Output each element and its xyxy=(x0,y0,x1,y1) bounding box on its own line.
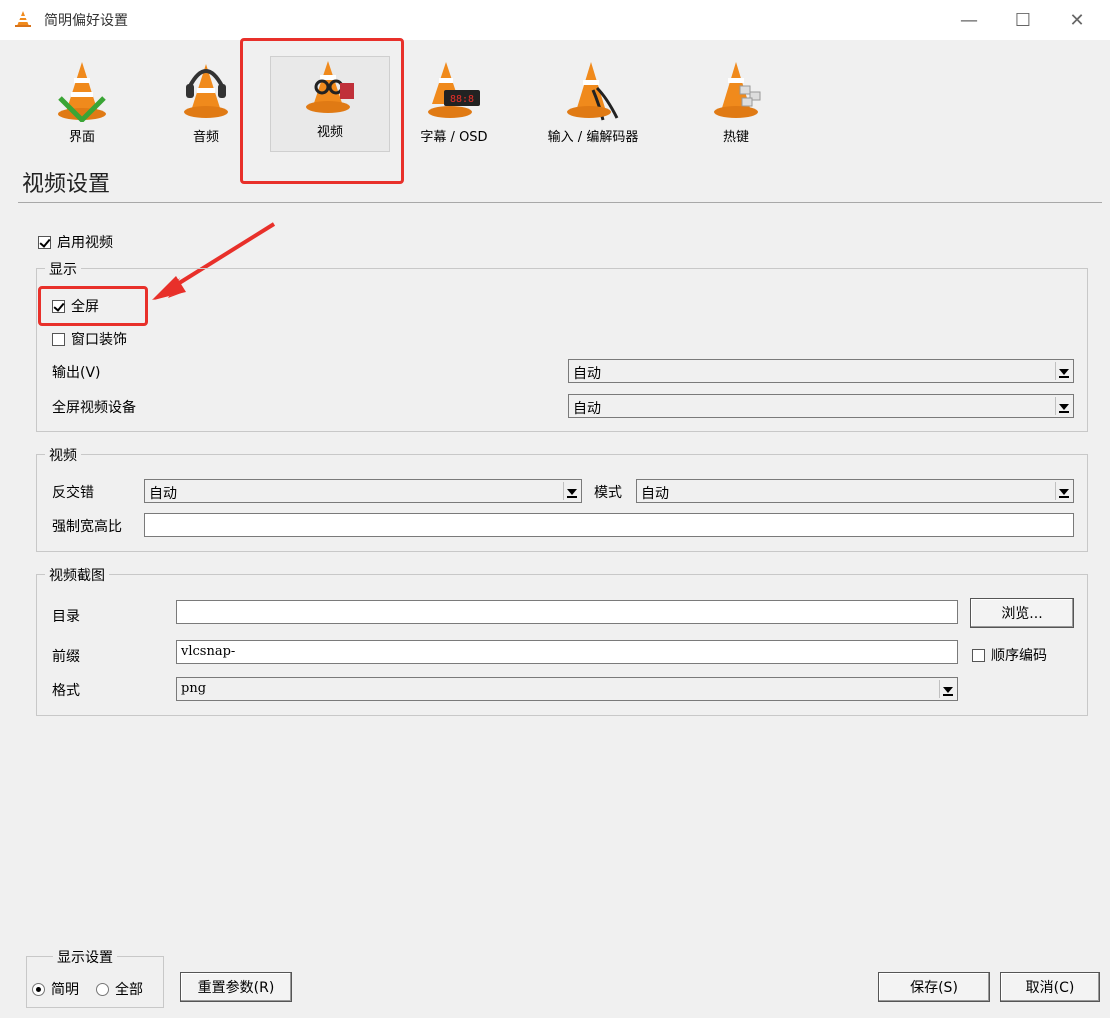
audio-cone-headphones-icon xyxy=(184,64,228,118)
directory-input[interactable] xyxy=(176,600,958,624)
aspect-ratio-label: 强制宽高比 xyxy=(52,519,122,535)
dropdown-arrow-icon[interactable] xyxy=(563,482,579,500)
mode-label: 模式 xyxy=(594,485,622,501)
enable-video-checkbox[interactable]: 启用视频 xyxy=(38,232,113,252)
video-legend: 视频 xyxy=(45,445,81,465)
radio-circle[interactable] xyxy=(32,982,45,996)
dropdown-arrow-icon[interactable] xyxy=(1055,397,1071,415)
deinterlace-label: 反交错 xyxy=(52,485,94,501)
page-title: 视频设置 xyxy=(22,172,111,197)
fullscreen-highlight xyxy=(38,286,148,326)
reset-preferences-button[interactable]: 重置参数(R) xyxy=(180,972,292,1002)
prefix-label: 前缀 xyxy=(52,649,80,665)
tab-input-codecs[interactable]: 输入 / 编解码器 xyxy=(518,58,668,168)
aspect-ratio-input[interactable] xyxy=(144,513,1074,537)
display-legend: 显示 xyxy=(45,259,81,279)
window-title: 简明偏好设置 xyxy=(44,13,128,29)
snapshot-legend: 视频截图 xyxy=(45,565,109,585)
save-button[interactable]: 保存(S) xyxy=(878,972,990,1002)
all-label: 全部 xyxy=(115,982,143,998)
video-tab-highlight xyxy=(240,38,404,184)
dropdown-arrow-icon[interactable] xyxy=(939,680,955,698)
directory-label: 目录 xyxy=(52,609,80,625)
input-cone-cables-icon xyxy=(567,62,619,121)
enable-video-label: 启用视频 xyxy=(57,235,113,251)
vlc-app-icon xyxy=(15,11,31,27)
show-settings-legend: 显示设置 xyxy=(53,947,117,967)
output-label: 输出(V) xyxy=(52,365,101,381)
deinterlace-value: 自动 xyxy=(149,486,177,502)
output-value: 自动 xyxy=(573,366,601,382)
format-select[interactable]: png xyxy=(176,677,958,701)
mode-select[interactable]: 自动 xyxy=(636,479,1074,503)
category-toolbar: 界面 音频 视频 88:8 字幕 / OSD 输入 / 编解码器 热键 xyxy=(0,40,1110,160)
radio-circle[interactable] xyxy=(96,982,109,996)
checkbox-box[interactable] xyxy=(52,332,65,346)
deinterlace-select[interactable]: 自动 xyxy=(144,479,582,503)
close-button[interactable]: ✕ xyxy=(1054,0,1100,40)
sequential-numbering-label: 顺序编码 xyxy=(991,648,1047,664)
window-decorations-checkbox[interactable]: 窗口装饰 xyxy=(52,329,127,349)
tab-interface[interactable]: 界面 xyxy=(22,58,142,168)
interface-cone-icon xyxy=(58,62,106,122)
checkbox-box[interactable] xyxy=(38,235,51,249)
sequential-numbering-checkbox[interactable]: 顺序编码 xyxy=(972,645,1047,665)
tab-label: 字幕 / OSD xyxy=(420,130,488,145)
simple-label: 简明 xyxy=(51,982,79,998)
subtitles-cone-clock-icon: 88:8 xyxy=(428,62,480,118)
minimize-button[interactable]: — xyxy=(946,0,992,40)
fullscreen-device-select[interactable]: 自动 xyxy=(568,394,1074,418)
simple-radio[interactable]: 简明 xyxy=(32,979,79,999)
mode-value: 自动 xyxy=(641,486,669,502)
tab-label: 界面 xyxy=(68,130,95,145)
fullscreen-device-value: 自动 xyxy=(573,401,601,417)
window-decorations-label: 窗口装饰 xyxy=(71,332,127,348)
tab-subtitles-osd[interactable]: 88:8 字幕 / OSD xyxy=(394,58,514,168)
title-bar: 简明偏好设置 — ☐ ✕ xyxy=(0,0,1110,40)
svg-text:88:8: 88:8 xyxy=(450,94,474,105)
dropdown-arrow-icon[interactable] xyxy=(1055,482,1071,500)
prefix-input[interactable]: vlcsnap- xyxy=(176,640,958,664)
title-divider xyxy=(18,202,1102,203)
checkbox-box[interactable] xyxy=(972,648,985,662)
hotkeys-cone-keyboard-icon xyxy=(714,62,761,118)
fullscreen-device-label: 全屏视频设备 xyxy=(52,400,136,416)
tab-label: 热键 xyxy=(722,130,749,145)
output-select[interactable]: 自动 xyxy=(568,359,1074,383)
tab-hotkeys[interactable]: 热键 xyxy=(676,58,796,168)
tab-label: 输入 / 编解码器 xyxy=(547,130,639,145)
browse-button[interactable]: 浏览... xyxy=(970,598,1074,628)
cancel-button[interactable]: 取消(C) xyxy=(1000,972,1100,1002)
video-group: 视频 xyxy=(36,445,1088,552)
all-radio[interactable]: 全部 xyxy=(96,979,143,999)
format-value: png xyxy=(181,681,207,696)
maximize-button[interactable]: ☐ xyxy=(1000,0,1046,40)
dropdown-arrow-icon[interactable] xyxy=(1055,362,1071,380)
format-label: 格式 xyxy=(52,683,80,699)
